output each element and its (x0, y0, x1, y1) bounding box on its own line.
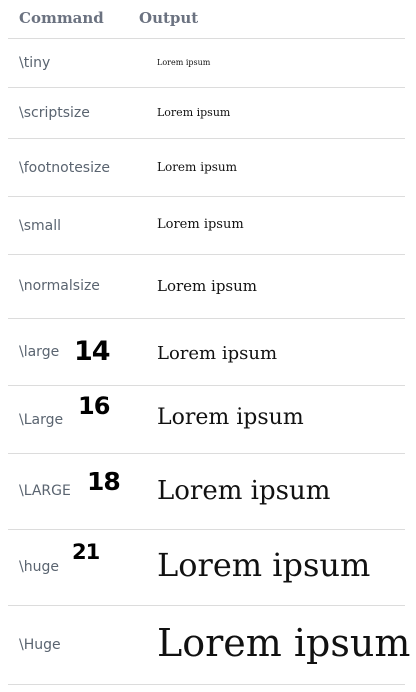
output-cell: Lorem ipsum (157, 217, 244, 232)
command-cell: \Huge (19, 637, 61, 653)
command-cell: \LARGE (19, 483, 71, 499)
output-cell: Lorem ipsum (157, 160, 238, 174)
command-cell: \huge (19, 559, 59, 575)
output-column-header: Output (139, 9, 199, 27)
output-cell: Lorem ipsum (157, 343, 278, 364)
table-row: \Large 16 Lorem ipsum (8, 386, 405, 454)
table-row: \tiny Lorem ipsum (8, 39, 405, 88)
table-row: \LARGE 18 Lorem ipsum (8, 454, 405, 530)
output-cell: Lorem ipsum (157, 58, 211, 67)
command-cell: \footnotesize (19, 160, 110, 176)
table-row: \large 14 Lorem ipsum (8, 319, 405, 386)
output-cell: Lorem ipsum (157, 476, 331, 506)
handwritten-size-note: 21 (72, 540, 100, 564)
command-cell: \small (19, 218, 62, 234)
table-row: \Huge Lorem ipsum (8, 606, 410, 685)
command-cell: \tiny (19, 55, 51, 71)
command-cell: \normalsize (19, 278, 100, 294)
table-row: \normalsize Lorem ipsum (8, 255, 405, 319)
handwritten-size-note: 16 (78, 392, 110, 420)
output-cell: Lorem ipsum (157, 546, 371, 584)
command-cell: \Large (19, 412, 64, 428)
output-cell: Lorem ipsum (157, 405, 304, 430)
output-cell: Lorem ipsum (157, 106, 231, 119)
command-column-header: Command (19, 9, 104, 27)
table-row: \small Lorem ipsum (8, 197, 405, 255)
output-cell: Lorem ipsum (157, 621, 411, 665)
handwritten-size-note: 14 (74, 336, 111, 367)
output-cell: Lorem ipsum (157, 277, 258, 295)
table-row: \huge 21 Lorem ipsum (8, 530, 405, 606)
font-size-table: Command Output \tiny Lorem ipsum \script… (8, 0, 410, 685)
command-cell: \large (19, 344, 60, 360)
table-header: Command Output (8, 0, 405, 39)
table-row: \scriptsize Lorem ipsum (8, 88, 405, 139)
handwritten-size-note: 18 (87, 467, 121, 496)
table-row: \footnotesize Lorem ipsum (8, 139, 405, 197)
command-cell: \scriptsize (19, 105, 90, 121)
